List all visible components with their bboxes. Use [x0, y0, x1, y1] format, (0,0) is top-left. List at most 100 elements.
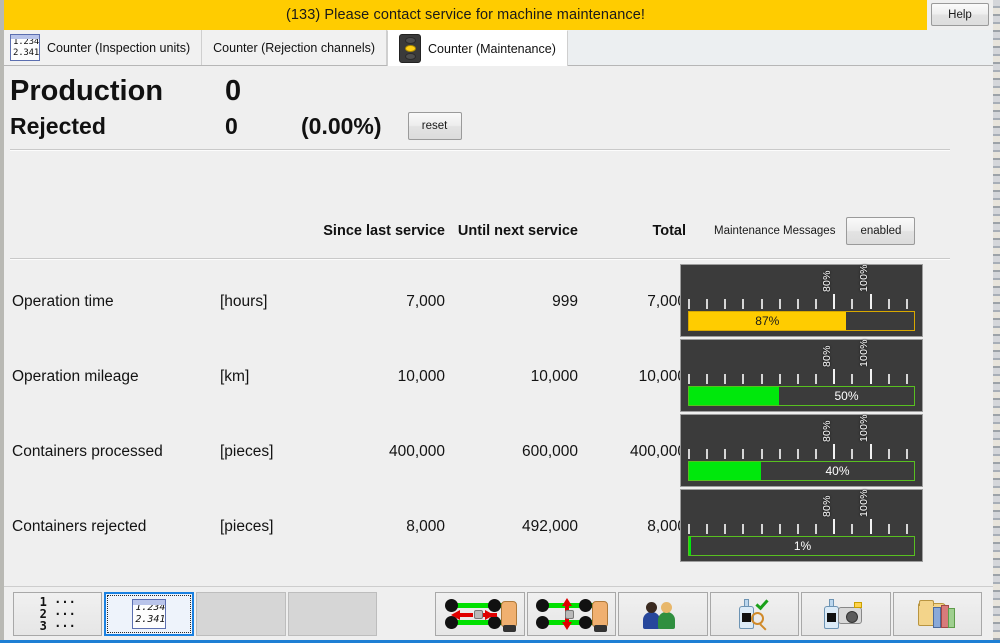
- maintenance-messages-toggle[interactable]: enabled: [846, 217, 916, 245]
- gauge-tick-major: [833, 444, 836, 459]
- row-name: Operation mileage: [12, 367, 139, 385]
- gauge-tick-minor: [815, 299, 818, 309]
- traffic-light-yellow: [404, 44, 416, 52]
- row-until: 600,000: [521, 442, 578, 460]
- gauge-scale: 80% 100%: [688, 339, 915, 384]
- gauge-tick-minor: [742, 374, 745, 384]
- gauge-tick-minor: [905, 524, 908, 534]
- gauge-tick-minor: [760, 374, 763, 384]
- empty-button-1[interactable]: [196, 591, 286, 636]
- rejected-percent: (0.00%): [301, 113, 382, 139]
- window-right-edge: [993, 0, 1000, 643]
- gauge-tick-minor: [706, 449, 709, 459]
- counter-button[interactable]: 1.234 2.341: [104, 591, 195, 636]
- tab-counter-maintenance[interactable]: Counter (Maintenance): [387, 30, 568, 66]
- gauge-tick-minor: [760, 299, 763, 309]
- gauge-tick-label: 80%: [821, 270, 834, 292]
- gauge-tick-major: [869, 519, 872, 534]
- gauge-bar-fill: [689, 462, 761, 480]
- help-button[interactable]: Help: [931, 3, 989, 26]
- row-since: 8,000: [406, 517, 445, 535]
- gauge-tick-minor: [778, 524, 781, 534]
- list-line-1: 1 ···: [39, 594, 76, 609]
- help-button-container: Help: [927, 0, 993, 30]
- list-button[interactable]: 1 ··· 2 ··· 3 ···: [13, 591, 103, 636]
- gauge-tick-minor: [796, 449, 799, 459]
- tab-label: Counter (Rejection channels): [213, 40, 376, 55]
- tab-counter-rejection-channels[interactable]: Counter (Rejection channels): [202, 30, 388, 65]
- rejected-label: Rejected: [10, 113, 106, 139]
- archive-folder-icon: [918, 599, 956, 629]
- gauge-scale: 80% 100%: [688, 264, 915, 309]
- row-total: 400,000: [629, 442, 686, 460]
- counter-icon-bottom-text: 2.341: [135, 613, 166, 625]
- row-unit: [pieces]: [220, 517, 274, 535]
- list-line-2: 2 ···: [39, 606, 76, 621]
- alert-banner-text: (133) Please contact service for machine…: [285, 7, 646, 23]
- gauge-tick-minor: [851, 449, 854, 459]
- empty-button-2[interactable]: [287, 591, 378, 636]
- conveyor-horizontal-icon: [443, 597, 517, 632]
- row-total: 8,000: [647, 517, 686, 535]
- list-123-icon: 1 ··· 2 ··· 3 ···: [40, 596, 76, 632]
- gauge-tick-minor: [887, 524, 890, 534]
- gauge-tick-minor: [724, 449, 727, 459]
- production-summary: Production 0 Rejected 0 (0.00%) reset: [10, 75, 955, 145]
- maintenance-gauge: 80% 100% 50%: [680, 339, 923, 412]
- horizontal-adjust-button[interactable]: [435, 591, 525, 636]
- inspection-button[interactable]: [709, 591, 800, 636]
- row-unit: [pieces]: [220, 442, 274, 460]
- divider-top: [10, 149, 950, 151]
- gauge-bar-track: 87%: [688, 311, 915, 331]
- gauge-tick-minor: [887, 449, 890, 459]
- gauge-tick-minor: [905, 449, 908, 459]
- gauge-tick-minor: [851, 524, 854, 534]
- users-icon: [642, 599, 683, 629]
- camera-button[interactable]: [801, 591, 891, 636]
- gauge-tick-minor: [688, 299, 690, 309]
- gauge-tick-minor: [851, 374, 854, 384]
- gauge-tick-minor: [760, 524, 763, 534]
- gauge-tick-minor: [815, 449, 818, 459]
- row-since: 400,000: [388, 442, 445, 460]
- gauge-tick-major: [869, 294, 872, 309]
- gauge-column: 80% 100% 87% 80% 100% 50% 80% 100% 40% 80% 100% 1%: [680, 264, 924, 564]
- gauge-tick-minor: [905, 374, 908, 384]
- gauge-tick-minor: [887, 299, 890, 309]
- row-name: Containers processed: [12, 442, 163, 460]
- gauge-value-label: 87%: [755, 314, 780, 328]
- header-since-last-service: Since last service: [323, 223, 445, 239]
- tab-bar: 1.234 2.341 Counter (Inspection units) C…: [4, 30, 993, 66]
- row-total: 7,000: [647, 292, 686, 310]
- production-value: 0: [225, 75, 242, 107]
- tab-label: Counter (Inspection units): [47, 40, 191, 55]
- bottle-check-icon: [738, 596, 769, 629]
- gauge-tick-minor: [778, 299, 781, 309]
- maintenance-gauge: 80% 100% 40%: [680, 414, 923, 487]
- gauge-bar-fill: [689, 387, 779, 405]
- gauge-tick-label: 80%: [821, 495, 834, 517]
- gauge-tick-minor: [778, 449, 781, 459]
- bottom-toolbar: 1 ··· 2 ··· 3 ··· 1.234 2.341: [4, 586, 993, 640]
- gauge-bar-track: 50%: [688, 386, 915, 406]
- archive-button[interactable]: [892, 591, 983, 636]
- gauge-tick-minor: [724, 299, 727, 309]
- users-button[interactable]: [618, 591, 708, 636]
- maintenance-messages-label: Maintenance Messages: [714, 225, 836, 237]
- vertical-adjust-button[interactable]: [526, 591, 617, 636]
- gauge-tick-minor: [887, 374, 890, 384]
- gauge-tick-label: 80%: [821, 420, 834, 442]
- gauge-tick-label: 80%: [821, 345, 834, 367]
- row-total: 10,000: [638, 367, 686, 385]
- gauge-tick-major: [869, 369, 872, 384]
- page-content: Production 0 Rejected 0 (0.00%) reset Si…: [4, 66, 993, 586]
- rejected-row: Rejected 0 (0.00%) reset: [10, 112, 955, 145]
- reset-button[interactable]: reset: [407, 112, 462, 140]
- counter-icon-top-text: 1.234: [135, 601, 166, 613]
- bottle-camera-icon: [824, 598, 863, 629]
- gauge-tick-minor: [851, 299, 854, 309]
- header-total: Total: [652, 223, 686, 239]
- tab-counter-inspection-units[interactable]: 1.234 2.341 Counter (Inspection units): [4, 30, 203, 65]
- gauge-tick-minor: [760, 449, 763, 459]
- counter-icon: 1.234 2.341: [132, 598, 167, 629]
